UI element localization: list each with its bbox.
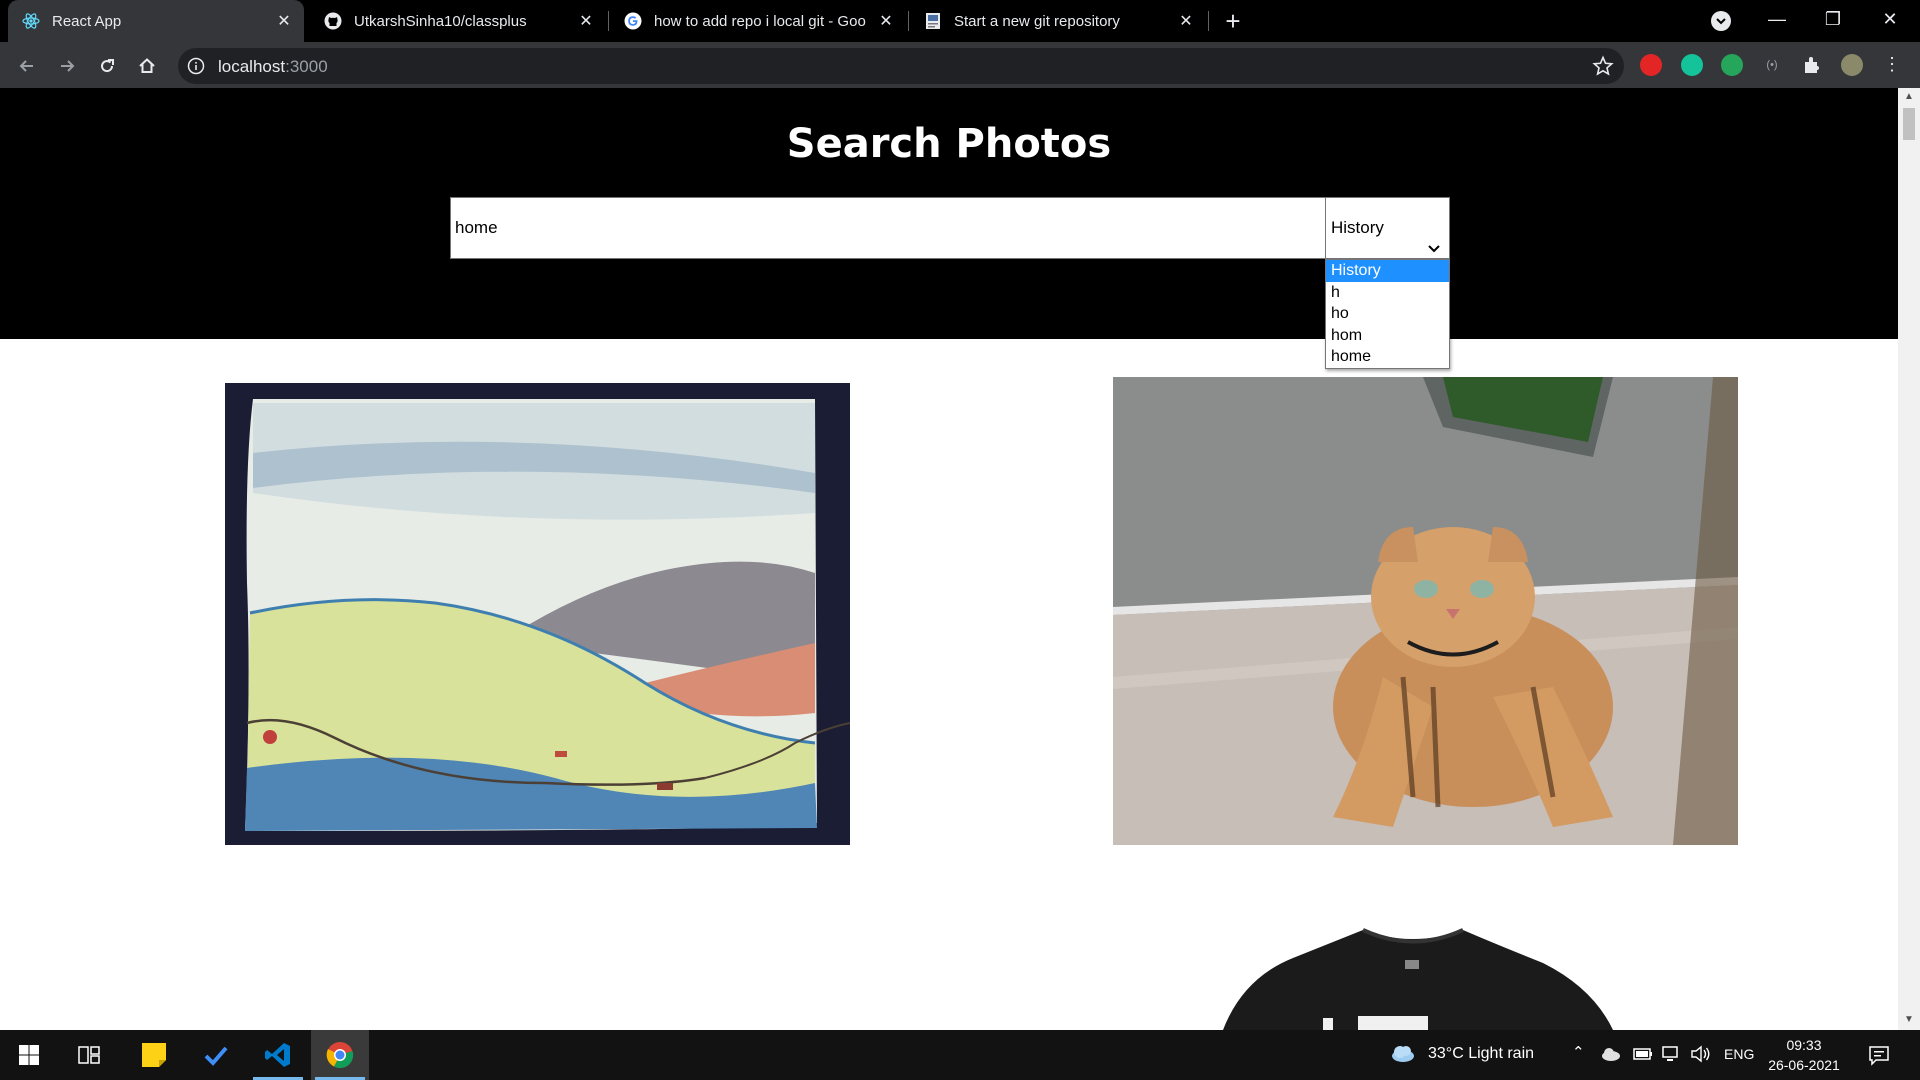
- vscode-icon[interactable]: [249, 1030, 307, 1080]
- menu-kebab-icon[interactable]: ⋮: [1881, 54, 1903, 76]
- home-icon[interactable]: [134, 53, 160, 79]
- dropdown-option[interactable]: home: [1326, 346, 1449, 368]
- tab-git-repository[interactable]: Start a new git repository ✕: [910, 0, 1206, 42]
- url-host: localhost: [218, 57, 286, 76]
- search-input[interactable]: home: [450, 197, 1326, 259]
- check-extension-icon[interactable]: [1721, 54, 1743, 76]
- puzzle-extensions-icon[interactable]: [1801, 54, 1823, 76]
- broadcast-extension-icon[interactable]: (•): [1761, 54, 1783, 76]
- notifications-icon[interactable]: [1868, 1044, 1890, 1066]
- page-content: Search Photos home History History h ho …: [0, 88, 1898, 1030]
- tab-strip: React App ✕ UtkarshSinha10/classplus ✕ h…: [0, 0, 1920, 42]
- tab-separator: [608, 11, 609, 31]
- photo-black-tshirt[interactable]: [1113, 918, 1738, 1030]
- github-icon: [324, 12, 342, 30]
- tab-separator: [1208, 11, 1209, 31]
- clock-time: 09:33: [1786, 1037, 1822, 1053]
- onedrive-cloud-icon[interactable]: [1601, 1047, 1621, 1061]
- url-text: localhost:3000: [218, 57, 328, 77]
- task-view-icon[interactable]: [60, 1030, 118, 1080]
- tab-title: how to add repo i local git - Goo: [654, 12, 866, 30]
- language-indicator[interactable]: ENG: [1724, 1046, 1754, 1062]
- close-tab-icon[interactable]: ✕: [274, 11, 294, 31]
- weather-cloud-icon[interactable]: [1390, 1044, 1416, 1064]
- grammarly-icon[interactable]: [1681, 54, 1703, 76]
- url-port: :3000: [285, 57, 328, 76]
- restore-icon[interactable]: ❐: [1818, 4, 1848, 34]
- clock[interactable]: 09:33 26-06-2021: [1764, 1035, 1844, 1075]
- todo-icon[interactable]: [187, 1030, 245, 1080]
- reload-icon[interactable]: [94, 53, 120, 79]
- extension-red-hand-icon[interactable]: [1640, 54, 1662, 76]
- windows-taskbar: 33°C Light rain ⌃ ENG 09:33 26-06-2021: [0, 1030, 1920, 1080]
- close-tab-icon[interactable]: ✕: [876, 11, 896, 31]
- network-icon[interactable]: [1661, 1045, 1683, 1063]
- new-tab-button[interactable]: +: [1220, 8, 1246, 35]
- page-icon: [924, 12, 942, 30]
- back-icon[interactable]: [14, 53, 40, 79]
- scroll-up-arrow-icon[interactable]: ▲: [1903, 91, 1915, 103]
- minimize-icon[interactable]: —: [1762, 4, 1792, 34]
- tab-title: React App: [52, 12, 122, 30]
- clock-date: 26-06-2021: [1768, 1057, 1840, 1073]
- windows-start-icon[interactable]: [0, 1030, 58, 1080]
- info-icon[interactable]: [186, 56, 206, 76]
- react-icon: [22, 12, 40, 30]
- volume-icon[interactable]: [1690, 1045, 1712, 1063]
- sticky-notes-icon[interactable]: [125, 1030, 183, 1080]
- address-bar[interactable]: localhost:3000: [178, 48, 1624, 84]
- history-select[interactable]: History: [1325, 197, 1450, 259]
- close-window-icon[interactable]: ✕: [1875, 4, 1905, 34]
- search-header: Search Photos home History: [0, 88, 1898, 339]
- battery-icon[interactable]: [1633, 1047, 1653, 1061]
- chrome-icon[interactable]: [311, 1030, 369, 1080]
- scrollbar-thumb[interactable]: [1903, 108, 1915, 140]
- chevron-down-icon: [1427, 220, 1441, 253]
- bookmark-star-icon[interactable]: [1592, 55, 1614, 77]
- tab-search-button[interactable]: [1711, 11, 1731, 31]
- scroll-down-arrow-icon[interactable]: ▼: [1903, 1014, 1915, 1026]
- profile-avatar[interactable]: [1841, 54, 1863, 76]
- tab-title: Start a new git repository: [954, 12, 1120, 30]
- close-tab-icon[interactable]: ✕: [576, 11, 596, 31]
- page-scrollbar[interactable]: ▲ ▼: [1898, 88, 1920, 1030]
- dropdown-option[interactable]: ho: [1326, 303, 1449, 325]
- tab-react-app[interactable]: React App ✕: [8, 0, 304, 42]
- dropdown-option[interactable]: h: [1326, 282, 1449, 304]
- dropdown-option[interactable]: hom: [1326, 325, 1449, 347]
- tray-chevron-up-icon[interactable]: ⌃: [1572, 1043, 1585, 1061]
- google-icon: [624, 12, 642, 30]
- forward-icon[interactable]: [54, 53, 80, 79]
- history-dropdown-list: History h ho hom home: [1325, 259, 1450, 369]
- tab-title: UtkarshSinha10/classplus: [354, 12, 527, 30]
- photo-3d-cat[interactable]: [1113, 377, 1738, 845]
- page-title: Search Photos: [786, 121, 1112, 167]
- photo-watercolor-landscape[interactable]: [225, 383, 850, 845]
- close-tab-icon[interactable]: ✕: [1176, 11, 1196, 31]
- tab-separator: [908, 11, 909, 31]
- tab-google-search[interactable]: how to add repo i local git - Goo ✕: [610, 0, 906, 42]
- tab-github[interactable]: UtkarshSinha10/classplus ✕: [310, 0, 606, 42]
- select-value: History: [1331, 218, 1384, 237]
- browser-toolbar: localhost:3000 (•) ⋮: [0, 42, 1920, 88]
- dropdown-option-history[interactable]: History: [1326, 260, 1449, 282]
- weather-text[interactable]: 33°C Light rain: [1428, 1045, 1534, 1063]
